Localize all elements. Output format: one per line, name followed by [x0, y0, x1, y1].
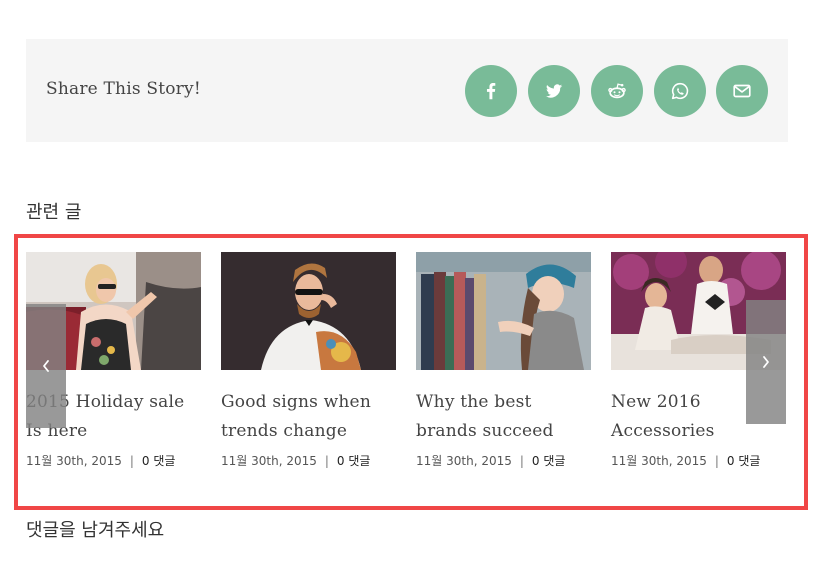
- twitter-icon: [545, 84, 563, 98]
- envelope-icon: [733, 84, 751, 98]
- post-thumbnail[interactable]: [221, 252, 396, 370]
- post-comment-count[interactable]: 0 댓글: [727, 454, 761, 468]
- post-thumbnail[interactable]: [416, 252, 591, 370]
- reddit-icon: [608, 83, 626, 99]
- meta-separator: |: [324, 454, 329, 468]
- facebook-icon: [486, 83, 496, 100]
- post-meta: 11월 30th, 2015 | 0 댓글: [611, 452, 786, 469]
- reddit-share-button[interactable]: [591, 65, 643, 117]
- meta-separator: |: [519, 454, 524, 468]
- post-date: 11월 30th, 2015: [26, 454, 122, 468]
- related-post-card[interactable]: Why the best brands succeed 11월 30th, 20…: [416, 252, 591, 469]
- carousel-prev-button[interactable]: [26, 304, 66, 428]
- post-title[interactable]: Why the best brands succeed: [416, 388, 591, 446]
- post-title[interactable]: Good signs when trends change: [221, 388, 396, 446]
- whatsapp-share-button[interactable]: [654, 65, 706, 117]
- post-meta: 11월 30th, 2015 | 0 댓글: [26, 452, 201, 469]
- related-post-card[interactable]: Good signs when trends change 11월 30th, …: [221, 252, 396, 469]
- related-posts-carousel: 2015 Holiday sale Is here 11월 30th, 2015…: [14, 234, 808, 510]
- post-meta: 11월 30th, 2015 | 0 댓글: [221, 452, 396, 469]
- related-posts-heading: 관련 글: [26, 202, 82, 223]
- whatsapp-icon: [671, 82, 689, 100]
- post-date: 11월 30th, 2015: [221, 454, 317, 468]
- post-meta: 11월 30th, 2015 | 0 댓글: [416, 452, 591, 469]
- chevron-right-icon: [763, 356, 769, 368]
- post-date: 11월 30th, 2015: [416, 454, 512, 468]
- twitter-share-button[interactable]: [528, 65, 580, 117]
- post-comment-count[interactable]: 0 댓글: [532, 454, 566, 468]
- meta-separator: |: [714, 454, 719, 468]
- email-share-button[interactable]: [716, 65, 768, 117]
- post-comment-count[interactable]: 0 댓글: [142, 454, 176, 468]
- share-box: Share This Story!: [26, 39, 788, 142]
- facebook-share-button[interactable]: [465, 65, 517, 117]
- chevron-left-icon: [43, 360, 49, 372]
- carousel-next-button[interactable]: [746, 300, 786, 424]
- leave-comment-heading: 댓글을 남겨주세요: [26, 520, 165, 541]
- meta-separator: |: [129, 454, 134, 468]
- post-comment-count[interactable]: 0 댓글: [337, 454, 371, 468]
- share-title: Share This Story!: [46, 79, 201, 99]
- post-date: 11월 30th, 2015: [611, 454, 707, 468]
